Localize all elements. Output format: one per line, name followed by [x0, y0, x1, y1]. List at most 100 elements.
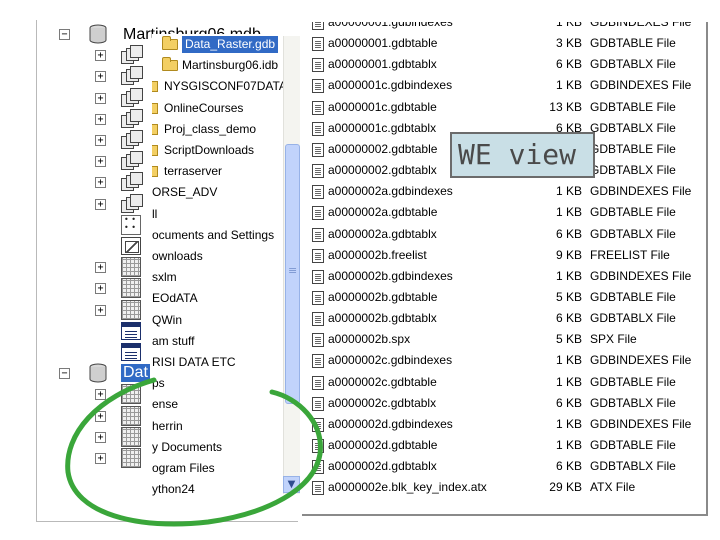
expand-icon[interactable]: + [95, 113, 106, 125]
folder-item[interactable]: sxlm [152, 267, 284, 288]
file-type: GDBTABLE File [590, 36, 676, 51]
folder-item[interactable]: am stuff [152, 331, 284, 352]
file-row[interactable]: a0000001c.gdbindexes 1 KB GDBINDEXES File [302, 75, 706, 96]
file-row[interactable]: a0000001c.gdbtable 13 KB GDBTABLE File [302, 97, 706, 118]
file-name: a0000002d.gdbindexes [328, 416, 453, 431]
folder-item[interactable]: Data_Raster.gdb [152, 34, 284, 55]
file-row[interactable]: a0000002a.gdbtable 1 KB GDBTABLE File [302, 202, 706, 223]
folder-label: terraserver [164, 164, 223, 179]
folder-icon [162, 57, 178, 72]
folder-item[interactable]: RISI DATA ETC [152, 352, 284, 373]
file-name: a0000002d.gdbtablx [328, 459, 437, 474]
folder-item[interactable]: Proj_class_demo [152, 119, 284, 140]
file-icon [312, 79, 324, 94]
file-row[interactable]: a0000002c.gdbindexes 1 KB GDBINDEXES File [302, 350, 706, 371]
expand-icon[interactable]: + [95, 262, 106, 274]
file-row[interactable]: a0000002c.gdbtablx 6 KB GDBTABLX File [302, 393, 706, 414]
expand-icon[interactable]: + [95, 50, 106, 62]
file-icon [312, 269, 324, 284]
raster-grid-icon [121, 278, 141, 299]
expand-icon[interactable]: + [95, 156, 106, 168]
file-size: 9 KB [555, 247, 582, 262]
file-type: ATX File [590, 480, 636, 495]
raster-catalog-icon [121, 237, 141, 255]
folder-label: ORSE_ADV [152, 185, 218, 200]
file-type: GDBTABLE File [590, 374, 676, 389]
folder-item[interactable]: ORSE_ADV [152, 182, 284, 203]
expand-icon[interactable]: + [95, 198, 106, 210]
file-list: a00000001.gdbindexes 1 KB GDBINDEXES File a… [302, 22, 706, 514]
file-size: 5 KB [555, 289, 582, 304]
expand-icon[interactable]: + [95, 304, 106, 316]
file-icon [312, 121, 324, 136]
file-row[interactable]: a00000001.gdbtablx 6 KB GDBTABLX File [302, 54, 706, 75]
file-row[interactable]: a0000002b.gdbtable 5 KB GDBTABLE File [302, 287, 706, 308]
file-type: GDBTABLE File [590, 205, 676, 220]
file-name: a0000002b.spx [328, 332, 411, 347]
folder-icon [162, 36, 178, 50]
file-row[interactable]: a00000001.gdbindexes 1 KB GDBINDEXES File [302, 22, 706, 33]
file-type: GDBINDEXES File [590, 416, 692, 431]
folder-label: sxlm [152, 270, 177, 285]
folder-item[interactable]: QWin [152, 310, 284, 331]
scrollbar-thumb[interactable] [285, 144, 300, 404]
file-type: GDBINDEXES File [590, 78, 692, 93]
folder-item[interactable]: Martinsburg06.idb [152, 55, 284, 76]
file-type: GDBTABLX File [590, 226, 676, 241]
file-type: GDBTABLX File [590, 163, 676, 178]
file-name: a0000002b.gdbtable [328, 289, 438, 304]
folder-item[interactable]: ocuments and Settings [152, 225, 284, 246]
file-icon [312, 312, 324, 327]
file-row[interactable]: a0000002b.freelist 9 KB FREELIST File [302, 245, 706, 266]
feature-dataset-icon [121, 108, 143, 129]
file-size: 6 KB [555, 459, 582, 474]
file-row[interactable]: a0000002d.gdbtablx 6 KB GDBTABLX File [302, 456, 706, 477]
raster-grid-icon [121, 299, 141, 320]
folder-item[interactable]: terraserver [152, 161, 284, 182]
file-size: 1 KB [555, 353, 582, 368]
file-row[interactable]: a0000002b.gdbtablx 6 KB GDBTABLX File [302, 308, 706, 329]
folder-icon [152, 123, 158, 135]
file-name: a0000002d.gdbtable [328, 438, 438, 452]
file-type: GDBTABLE File [590, 141, 676, 156]
feature-dataset-icon [121, 193, 143, 214]
expand-icon[interactable]: + [95, 92, 106, 104]
file-row[interactable]: a0000002a.gdbindexes 1 KB GDBINDEXES File [302, 181, 706, 202]
folder-item[interactable]: ScriptDownloads [152, 140, 284, 161]
folder-item[interactable]: ownloads [152, 246, 284, 267]
file-row[interactable]: a0000002d.gdbtable 1 KB GDBTABLE File [302, 435, 706, 456]
file-name: a0000002a.gdbtable [328, 205, 438, 220]
file-type: GDBTABLE File [590, 289, 676, 304]
file-row[interactable]: a0000002c.gdbtable 1 KB GDBTABLE File [302, 372, 706, 393]
file-icon [312, 333, 324, 348]
file-name: a0000002b.freelist [328, 247, 427, 262]
folder-item[interactable]: OnlineCourses [152, 98, 284, 119]
file-size: 1 KB [555, 78, 582, 93]
file-row[interactable]: a0000002e.blk_key_index.atx 29 KB ATX File [302, 477, 706, 498]
folder-item[interactable]: ll [152, 204, 284, 225]
file-row[interactable]: a0000002d.gdbindexes 1 KB GDBINDEXES File [302, 414, 706, 435]
file-row[interactable]: a0000002b.gdbindexes 1 KB GDBINDEXES File [302, 266, 706, 287]
file-name: a00000002.gdbtable [328, 141, 438, 156]
file-type: GDBINDEXES File [590, 184, 692, 199]
file-row[interactable]: a0000002a.gdbtablx 6 KB GDBTABLX File [302, 224, 706, 245]
we-view-callout: WE view [450, 132, 595, 178]
window-border-bottom [302, 514, 708, 516]
expand-icon[interactable]: + [95, 177, 106, 189]
feature-dataset-icon [121, 66, 143, 86]
file-icon [312, 354, 324, 369]
expand-icon[interactable]: + [95, 135, 106, 146]
expand-icon[interactable]: + [95, 283, 106, 295]
file-row[interactable]: a00000001.gdbtable 3 KB GDBTABLE File [302, 33, 706, 54]
expand-icon[interactable]: + [95, 71, 106, 83]
folder-item[interactable]: NYSGISCONF07DATA [152, 76, 287, 97]
file-name: a0000001c.gdbindexes [328, 78, 453, 93]
file-type: GDBINDEXES File [590, 22, 692, 29]
collapse-icon[interactable]: − [59, 29, 70, 40]
file-type: GDBTABLX File [590, 395, 676, 410]
folder-item[interactable]: EOdATA [152, 288, 284, 309]
folder-icon [152, 166, 158, 178]
file-row[interactable]: a0000002b.spx 5 KB SPX File [302, 329, 706, 350]
file-name: a0000002c.gdbtablx [328, 395, 437, 410]
file-icon [312, 142, 324, 157]
